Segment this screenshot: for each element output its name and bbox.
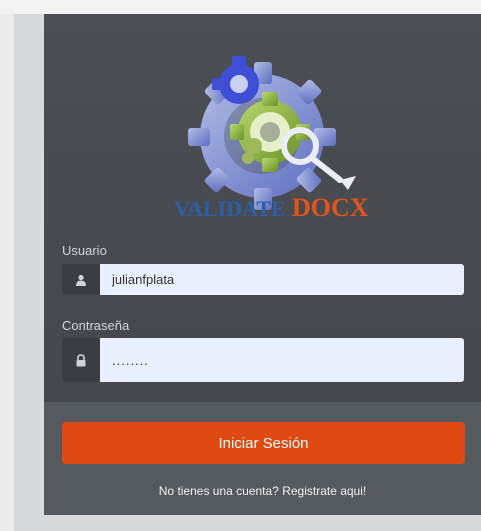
- login-panel: VALIDATE DOCX Usuario Contraseña Iniciar…: [44, 14, 481, 515]
- window-top-edge: [0, 0, 481, 14]
- lock-icon: [62, 338, 100, 382]
- username-input[interactable]: [100, 264, 464, 295]
- logo-text-validate: VALIDATE: [174, 196, 286, 221]
- register-link[interactable]: No tienes una cuenta? Registrate aqui!: [44, 484, 481, 498]
- username-label: Usuario: [62, 243, 107, 258]
- user-icon: [62, 264, 100, 295]
- window-left-edge: [0, 14, 14, 531]
- validatedocx-logo: VALIDATE DOCX: [174, 56, 369, 222]
- username-field: [62, 264, 464, 295]
- password-input[interactable]: [100, 338, 464, 382]
- password-label: Contraseña: [62, 318, 130, 333]
- logo-text-docx: DOCX: [292, 193, 369, 222]
- login-button[interactable]: Iniciar Sesión: [62, 422, 465, 464]
- password-field: [62, 338, 464, 382]
